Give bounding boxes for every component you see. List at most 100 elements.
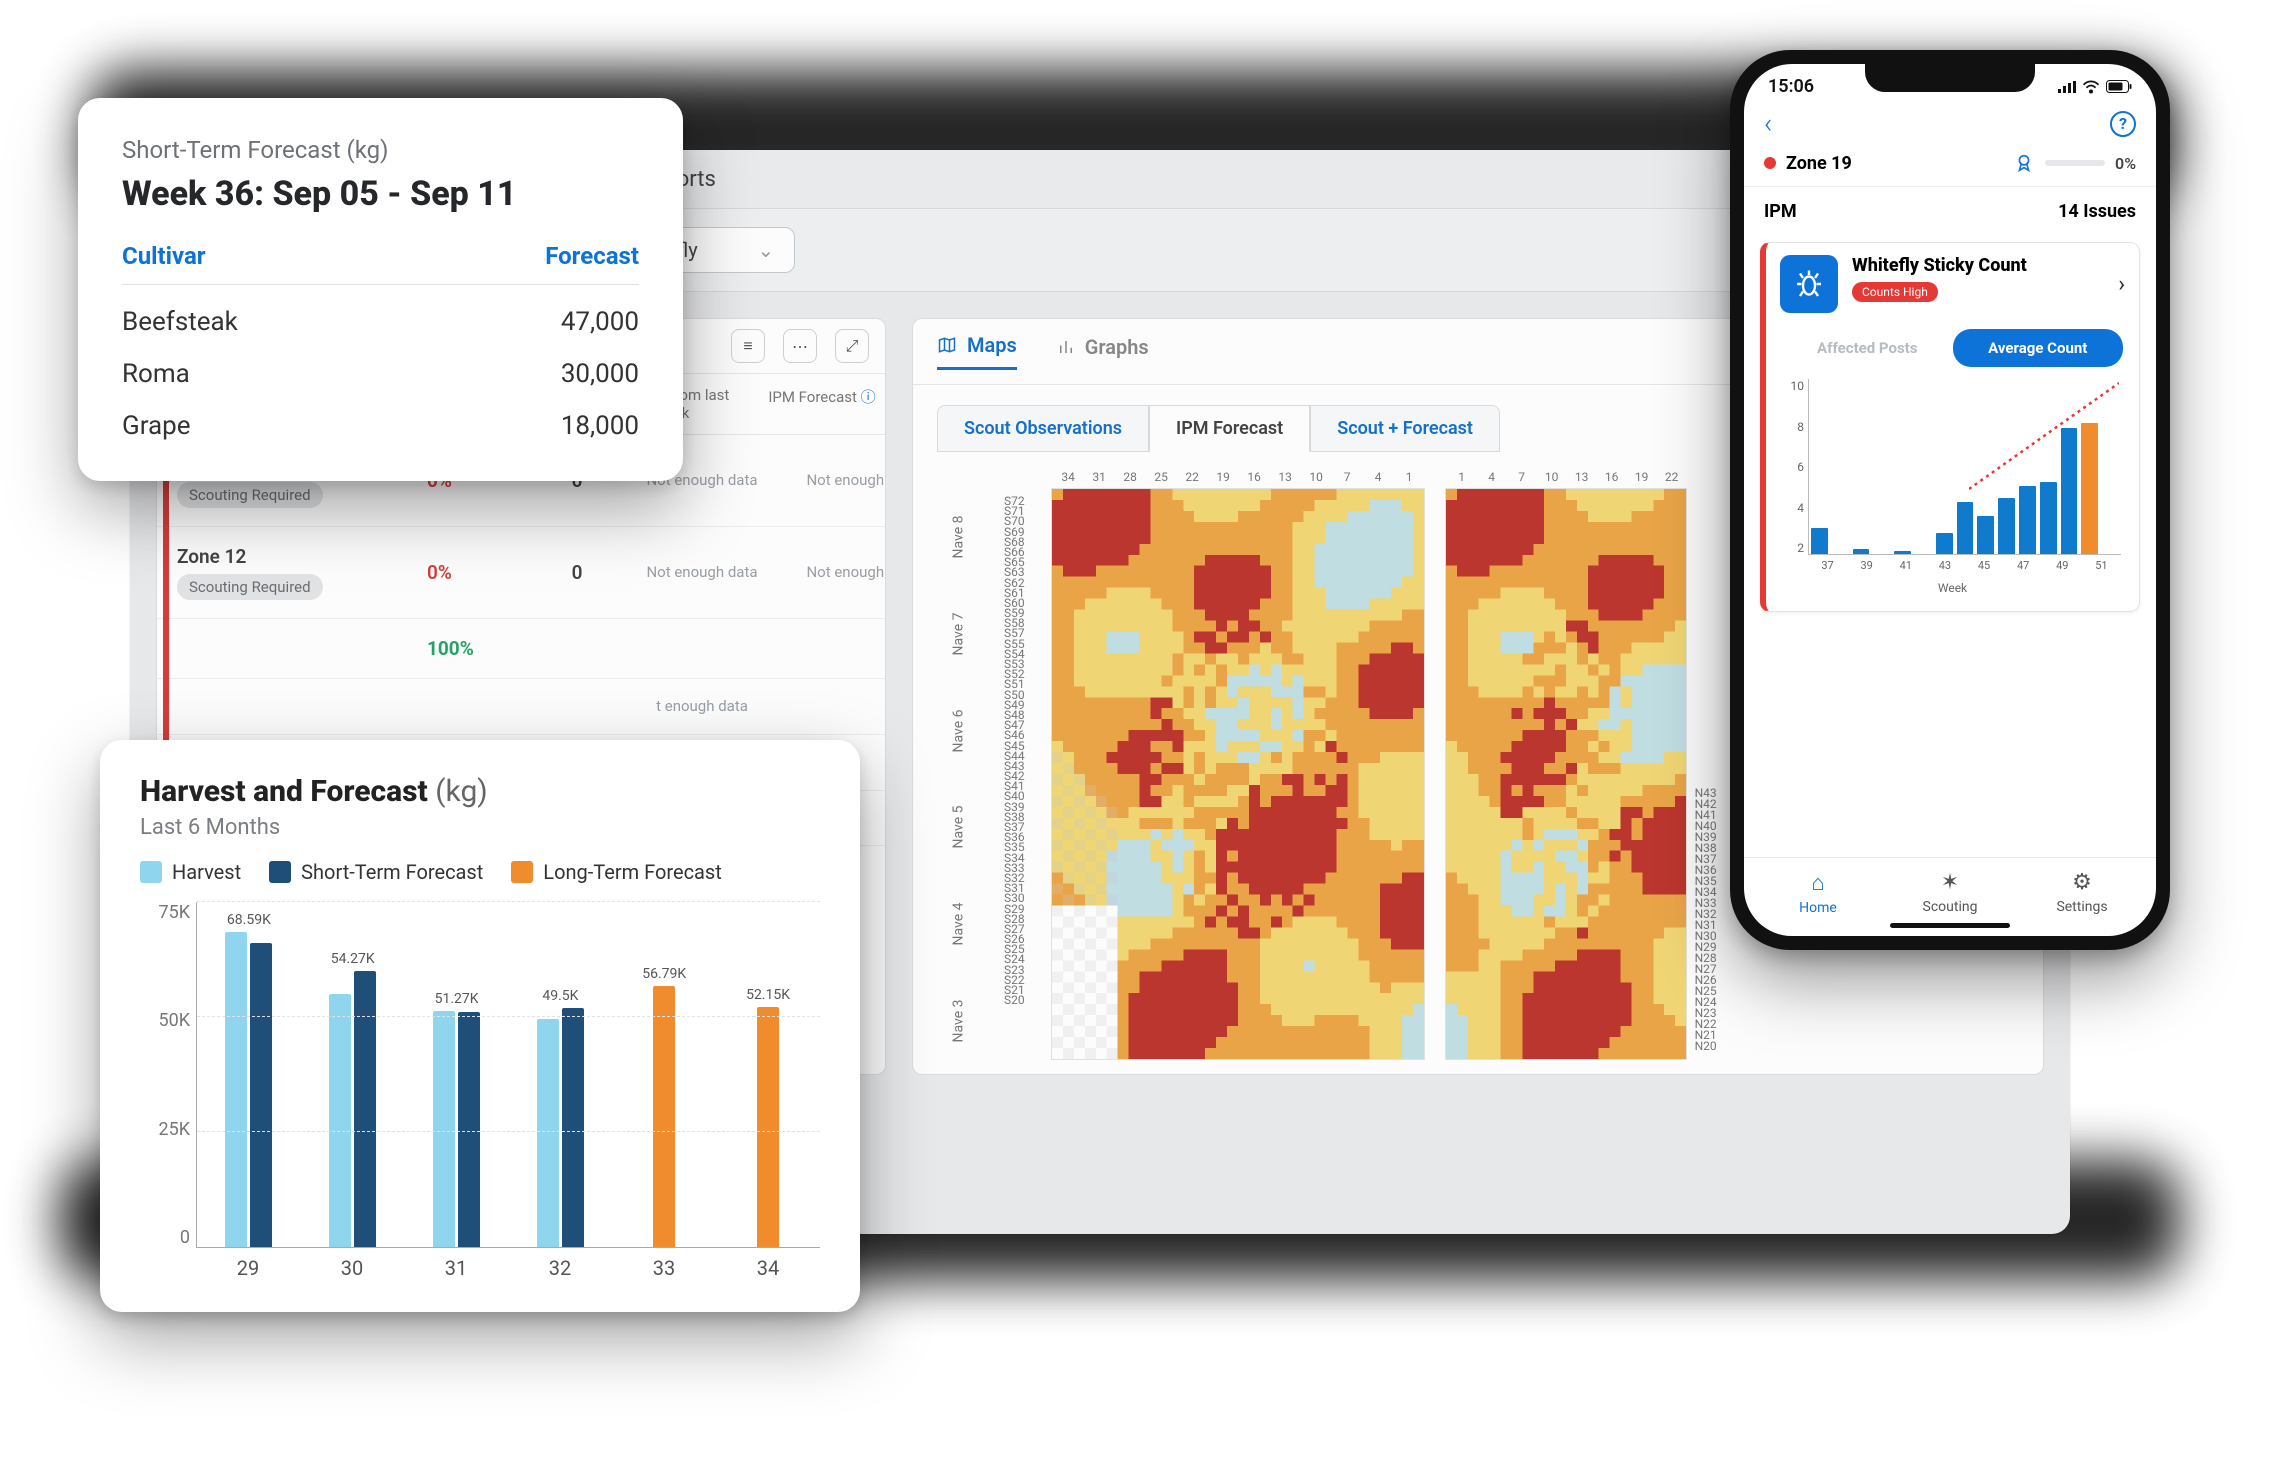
signal-icon bbox=[2058, 81, 2076, 93]
cultivar-value: 18,000 bbox=[561, 411, 639, 441]
harvest-unit: (kg) bbox=[435, 774, 487, 809]
nav-settings-label: Settings bbox=[2056, 899, 2107, 915]
bar-label: 56.79K bbox=[642, 966, 686, 982]
bar-group: 56.79K bbox=[612, 902, 716, 1247]
tab-graphs-label: Graphs bbox=[1085, 335, 1149, 359]
phone-zone-label: Zone 19 bbox=[1786, 153, 1852, 174]
back-button[interactable]: ‹ bbox=[1764, 107, 1772, 140]
issue-title: Whitefly Sticky Count bbox=[1852, 255, 2027, 276]
zone-row[interactable]: Zone 12Scouting Required 0% 0 Not enough… bbox=[157, 527, 885, 619]
phone-time: 15:06 bbox=[1768, 76, 1814, 97]
progress-bar bbox=[2045, 160, 2105, 166]
zone-count: 0 bbox=[537, 561, 617, 584]
forecast-col-forecast: Forecast bbox=[545, 242, 639, 270]
forecast-row: Beefsteak 47,000 bbox=[122, 285, 639, 337]
tab-maps[interactable]: Maps bbox=[937, 333, 1017, 370]
mini-bar bbox=[1853, 549, 1870, 554]
bar-label: 51.27K bbox=[435, 991, 479, 1007]
chevron-right-icon: › bbox=[2118, 272, 2125, 297]
scouting-icon: ✶ bbox=[1884, 870, 2016, 895]
mini-bar bbox=[2061, 428, 2078, 554]
legend-harvest: Harvest bbox=[172, 860, 241, 884]
cultivar-name: Beefsteak bbox=[122, 307, 238, 337]
harvest-title: Harvest and Forecast bbox=[140, 774, 428, 809]
mini-bar bbox=[2081, 423, 2098, 554]
nav-scouting-label: Scouting bbox=[1923, 899, 1978, 915]
legend-swatch-short bbox=[269, 861, 291, 883]
status-dot-icon bbox=[1764, 157, 1776, 169]
tab-graphs[interactable]: Graphs bbox=[1057, 335, 1149, 369]
badge-star-icon bbox=[2013, 152, 2035, 174]
nav-home[interactable]: ⌂Home bbox=[1752, 870, 1884, 916]
bar bbox=[757, 1007, 779, 1247]
cultivar-name: Grape bbox=[122, 411, 191, 441]
expand-icon[interactable]: ⤢ bbox=[835, 329, 869, 363]
subtab-scout[interactable]: Scout Observations bbox=[937, 405, 1149, 452]
bar-label: 54.27K bbox=[331, 951, 375, 967]
legend-long: Long-Term Forecast bbox=[543, 860, 722, 884]
bar bbox=[433, 1011, 455, 1247]
phone-progress: 0% bbox=[2115, 154, 2136, 173]
phone-mockup: 15:06 ‹ ? Zone 19 0% IPM bbox=[1730, 50, 2170, 950]
whitefly-icon bbox=[1780, 255, 1838, 313]
col-ipm-label: IPM Forecast bbox=[768, 388, 857, 406]
legend-short: Short-Term Forecast bbox=[301, 860, 483, 884]
gear-icon: ⚙ bbox=[2016, 870, 2148, 895]
bar bbox=[653, 986, 675, 1247]
harvest-card: Harvest and Forecast (kg) Last 6 Months … bbox=[100, 740, 860, 1312]
bar-label: 52.15K bbox=[746, 987, 790, 1003]
forecast-row: Grape 18,000 bbox=[122, 389, 639, 441]
mini-bar bbox=[1957, 502, 1974, 555]
nav-scouting[interactable]: ✶ Scouting bbox=[1884, 870, 2016, 916]
segment-control[interactable]: Affected Posts Average Count bbox=[1782, 329, 2123, 367]
segment-affected[interactable]: Affected Posts bbox=[1782, 329, 1953, 367]
harvest-chart: 75K50K25K0 68.59K54.27K51.27K49.5K56.79K… bbox=[196, 902, 820, 1282]
zone-change: Not enough data bbox=[627, 563, 777, 582]
bar-group: 68.59K bbox=[197, 902, 301, 1247]
mini-xlabel: Week bbox=[1780, 581, 2125, 595]
mini-chart: 108642 3739414345474951 bbox=[1808, 379, 2121, 579]
bar-group: 54.27K bbox=[301, 902, 405, 1247]
scouting-badge: Scouting Required bbox=[177, 482, 323, 508]
issue-card[interactable]: Whitefly Sticky Count Counts High › Affe… bbox=[1760, 242, 2140, 612]
forecast-row: Roma30,000 bbox=[122, 337, 639, 389]
list-view-icon[interactable]: ≡ bbox=[731, 329, 765, 363]
zone-ipm: Not enough data bbox=[787, 563, 886, 582]
tab-maps-label: Maps bbox=[967, 333, 1017, 357]
nav-home-label: Home bbox=[1799, 900, 1837, 916]
phone-section-label: IPM bbox=[1764, 201, 1797, 222]
mini-bar bbox=[2019, 486, 2036, 554]
bar bbox=[225, 932, 247, 1248]
mini-bar bbox=[1811, 528, 1828, 554]
bar-group: 49.5K bbox=[508, 902, 612, 1247]
info-icon[interactable]: ⓘ bbox=[861, 388, 876, 406]
zone-row[interactable]: t enough data bbox=[157, 679, 885, 735]
home-indicator bbox=[1890, 923, 2010, 928]
zone-ipm: Not enough data bbox=[787, 471, 886, 490]
bar bbox=[537, 1019, 559, 1247]
subtab-ipm[interactable]: IPM Forecast bbox=[1149, 405, 1310, 452]
zone-change: t enough data bbox=[627, 697, 777, 716]
segment-average[interactable]: Average Count bbox=[1953, 329, 2124, 367]
heatmap-a[interactable] bbox=[1051, 488, 1425, 1060]
zone-row[interactable]: 100% bbox=[157, 619, 885, 679]
nav-settings[interactable]: ⚙ Settings bbox=[2016, 870, 2148, 916]
zone-pct: 0% bbox=[427, 561, 527, 584]
mini-bar bbox=[1936, 533, 1953, 554]
bar-group: 51.27K bbox=[405, 902, 509, 1247]
harvest-subtitle: Last 6 Months bbox=[140, 815, 820, 840]
legend-swatch-long bbox=[511, 861, 533, 883]
forecast-subtitle: Short-Term Forecast (kg) bbox=[122, 136, 639, 164]
mini-bar bbox=[1998, 498, 2015, 554]
subtab-combo[interactable]: Scout + Forecast bbox=[1310, 405, 1500, 452]
forecast-col-cultivar: Cultivar bbox=[122, 242, 206, 270]
forecast-title: Week 36: Sep 05 - Sep 11 bbox=[122, 174, 639, 214]
mini-bar bbox=[1977, 516, 1994, 555]
zone-pct: 100% bbox=[427, 637, 527, 660]
cultivar-value: 47,000 bbox=[561, 307, 639, 337]
mini-bar bbox=[2040, 482, 2057, 554]
heatmap-b[interactable] bbox=[1445, 488, 1687, 1060]
more-icon[interactable]: ⋯ bbox=[783, 329, 817, 363]
bar bbox=[458, 1012, 480, 1247]
help-icon[interactable]: ? bbox=[2110, 111, 2136, 137]
